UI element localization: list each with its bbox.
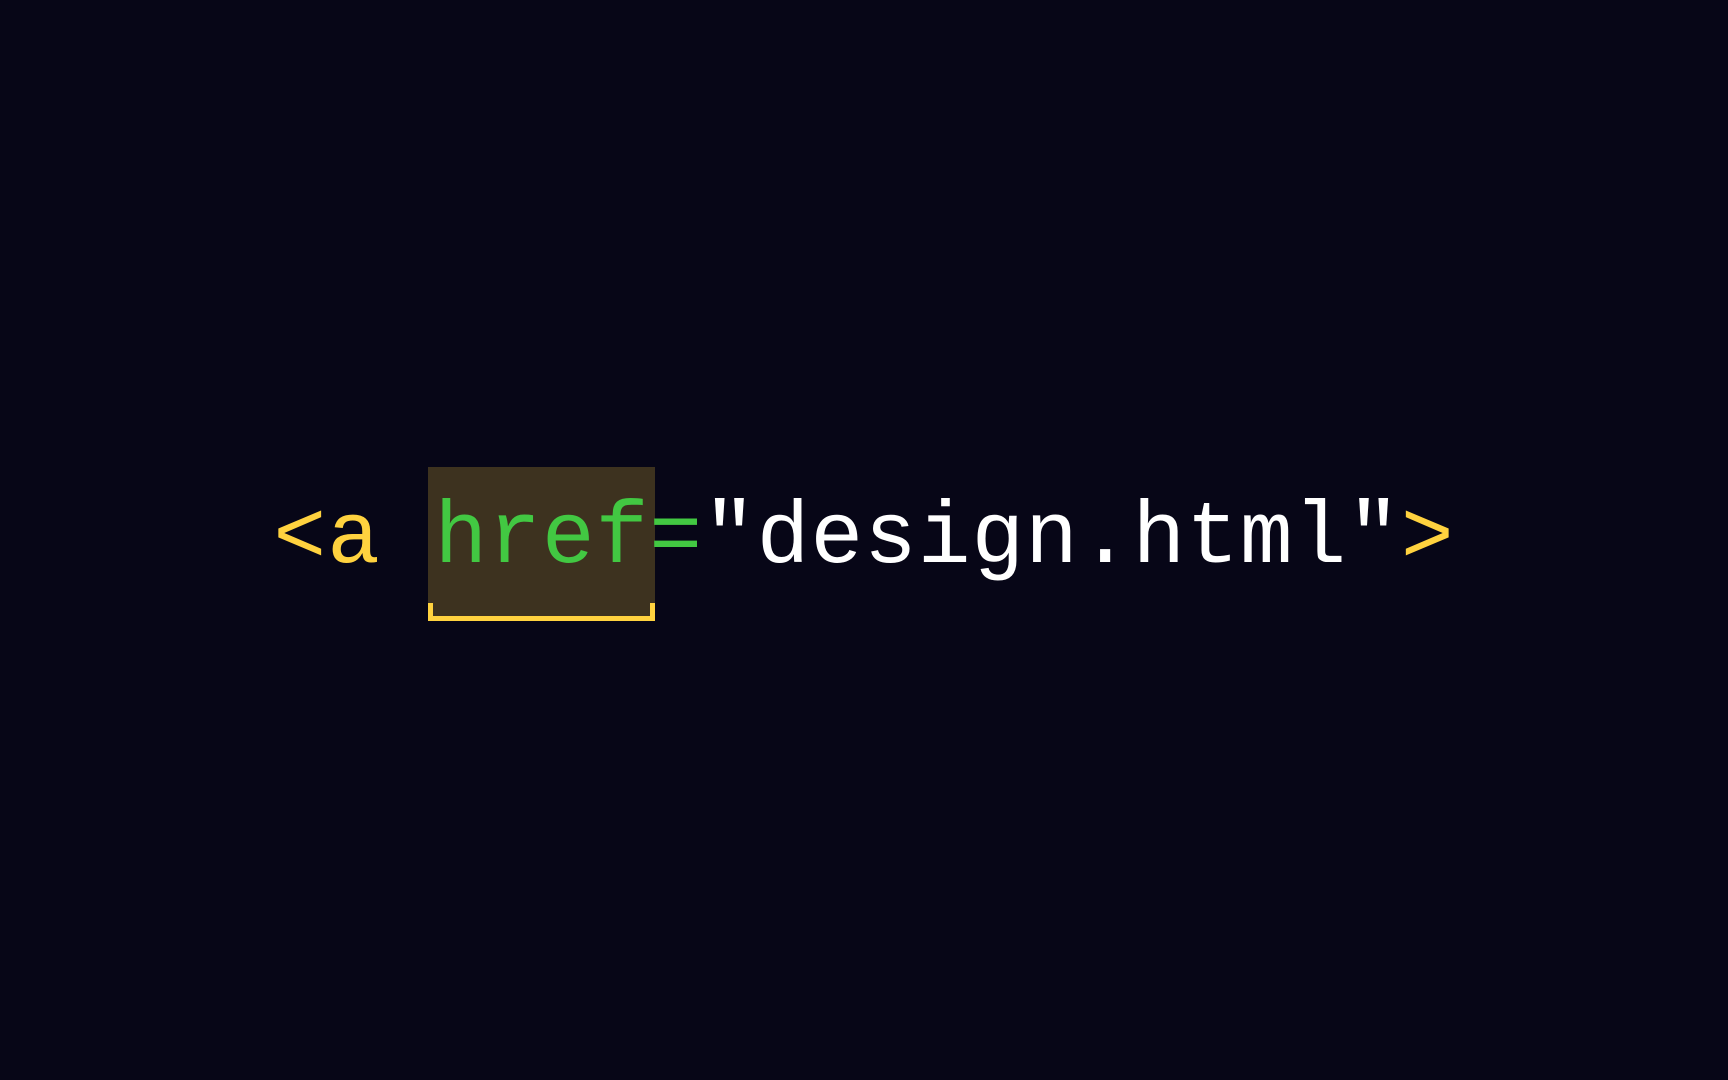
code-attr-value: "design.html" xyxy=(703,487,1401,593)
code-bracket-open: < xyxy=(273,487,327,593)
code-space xyxy=(381,487,435,593)
code-bracket-close: > xyxy=(1401,487,1455,593)
code-attr-name: href xyxy=(434,487,649,593)
code-equals: = xyxy=(649,487,703,593)
code-line: <a href="design.html"> xyxy=(273,487,1454,593)
code-tag-name: a xyxy=(327,487,381,593)
